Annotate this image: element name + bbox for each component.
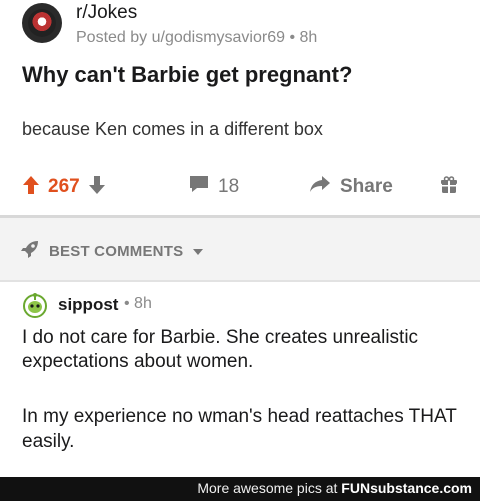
- comment-count: 18: [218, 176, 240, 197]
- comment-username[interactable]: sippost: [58, 295, 118, 315]
- share-button[interactable]: Share: [308, 170, 393, 204]
- post-body: because Ken comes in a different box: [22, 119, 323, 139]
- sort-label-text: BEST COMMENTS: [49, 242, 184, 260]
- save-button[interactable]: [440, 170, 458, 204]
- comment-icon: [188, 174, 210, 200]
- comments-button[interactable]: 18: [188, 170, 239, 204]
- post-card: r/Jokes Posted by u/godismysavior69 • 8h…: [0, 0, 480, 215]
- downvote-icon[interactable]: [88, 175, 106, 200]
- comment-sort-bar[interactable]: BEST COMMENTS: [0, 218, 480, 280]
- chevron-down-icon: [192, 243, 204, 260]
- watermark-brand: FUNsubstance.com: [341, 480, 472, 496]
- subreddit-avatar[interactable]: [22, 3, 62, 43]
- share-label: Share: [340, 176, 393, 197]
- post-actions: 267 18 Share: [0, 170, 480, 204]
- comment-paragraph: In my experience no wman's head reattach…: [22, 406, 457, 452]
- comment-item: sippost • 8h I do not care for Barbie. S…: [0, 282, 480, 477]
- gift-icon: [440, 175, 458, 199]
- subreddit-name[interactable]: r/Jokes: [76, 2, 137, 24]
- vote-controls: 267: [22, 170, 106, 204]
- comment-paragraph: I do not care for Barbie. She creates un…: [22, 327, 419, 372]
- rocket-icon: [20, 239, 40, 263]
- watermark-prefix: More awesome pics at: [197, 480, 342, 496]
- post-title: Why can't Barbie get pregnant?: [22, 62, 353, 87]
- watermark-footer: More awesome pics at FUNsubstance.com: [0, 477, 480, 501]
- upvote-icon[interactable]: [22, 175, 40, 200]
- watermark-text: More awesome pics at FUNsubstance.com: [197, 480, 472, 496]
- post-meta: Posted by u/godismysavior69 • 8h: [76, 29, 318, 46]
- sort-dropdown[interactable]: BEST COMMENTS: [20, 239, 204, 263]
- comment-time: • 8h: [124, 295, 152, 312]
- post-score: 267: [48, 176, 80, 197]
- comment-avatar[interactable]: [22, 292, 48, 318]
- share-icon: [308, 174, 332, 200]
